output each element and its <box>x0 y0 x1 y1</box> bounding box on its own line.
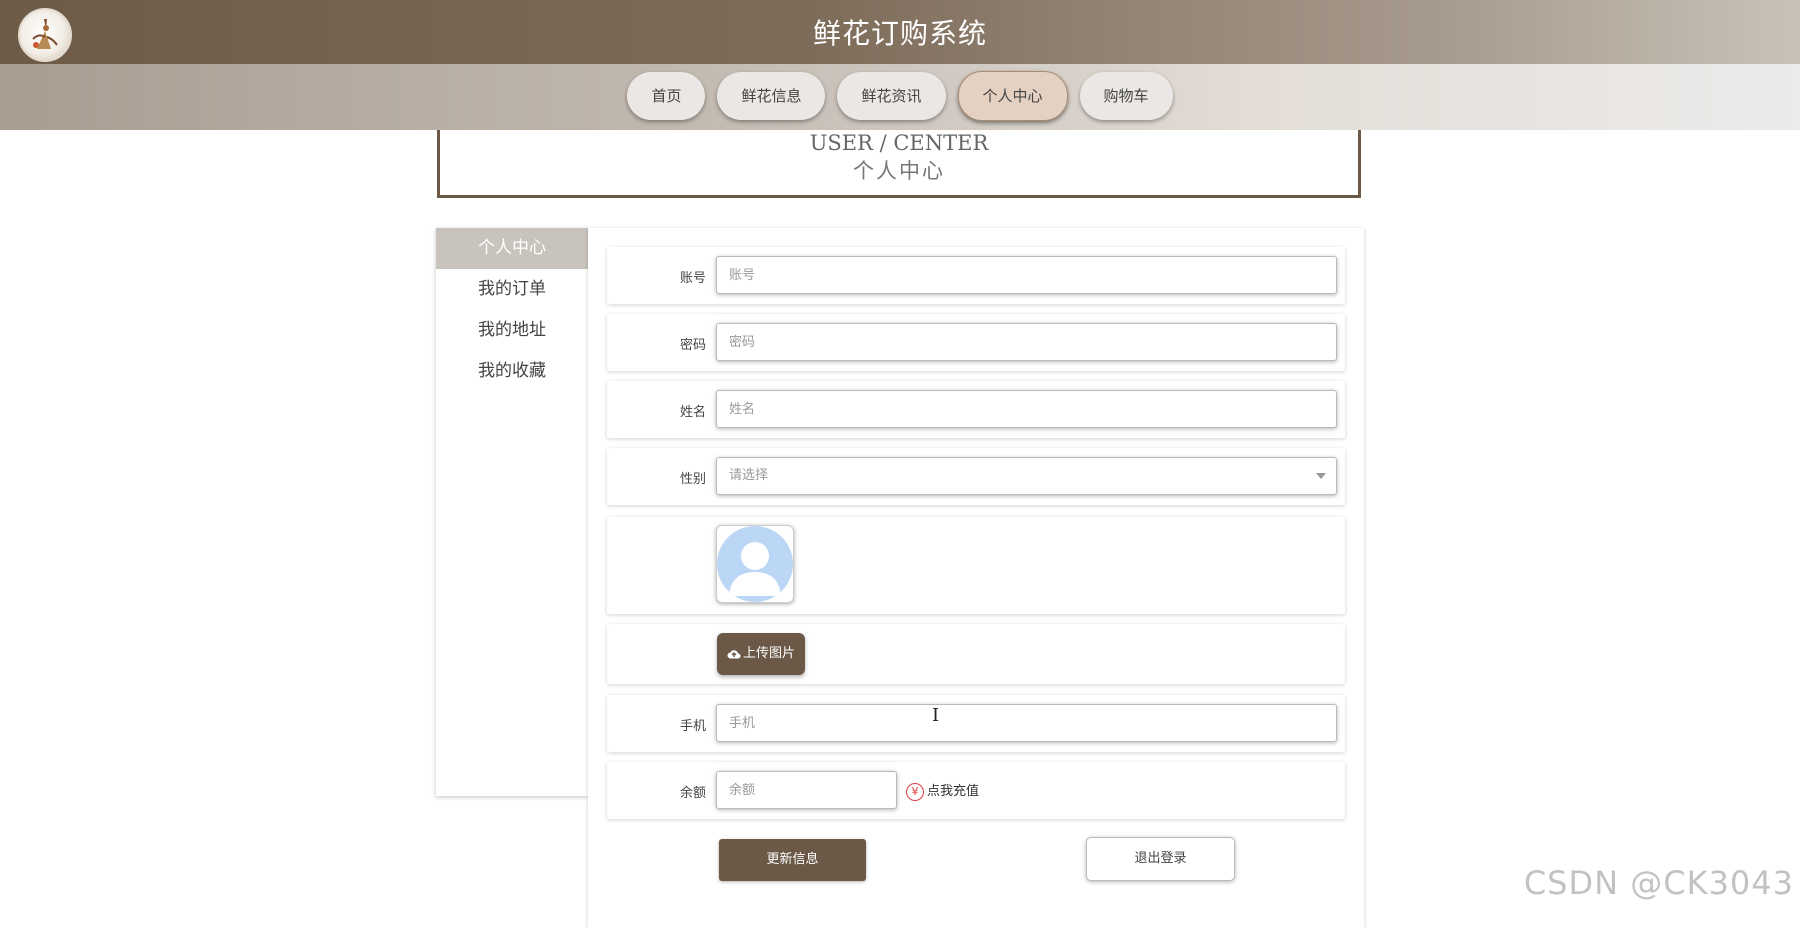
chevron-down-icon <box>1316 473 1326 479</box>
avatar-row <box>607 517 1345 614</box>
nav-cart[interactable]: 购物车 <box>1079 72 1173 120</box>
gender-label: 性别 <box>679 472 706 487</box>
sidebar-item-my-orders[interactable]: 我的订单 <box>436 269 588 310</box>
name-label: 姓名 <box>679 405 706 420</box>
nav-flower-info[interactable]: 鲜花信息 <box>717 72 826 120</box>
password-label: 密码 <box>679 338 706 353</box>
balance-label: 余额 <box>679 786 706 801</box>
password-input[interactable] <box>716 323 1337 361</box>
nav-flower-news[interactable]: 鲜花资讯 <box>837 72 946 120</box>
upload-row: 上传图片 <box>607 624 1345 684</box>
gender-row: 性别 请选择 <box>607 448 1345 505</box>
name-input[interactable] <box>716 390 1337 428</box>
account-input[interactable] <box>716 256 1337 294</box>
site-title: 鲜花订购系统 <box>812 17 987 50</box>
top-header: 鲜花订购系统 <box>0 0 1800 64</box>
account-label: 账号 <box>679 271 706 286</box>
logout-button[interactable]: 退出登录 <box>1086 837 1235 881</box>
upload-image-button[interactable]: 上传图片 <box>717 633 805 675</box>
watermark: CSDN @CK3043 <box>1523 864 1794 902</box>
section-title-box: USER / CENTER 个人中心 <box>437 130 1361 198</box>
password-row: 密码 <box>607 314 1345 371</box>
cloud-upload-icon <box>727 649 741 658</box>
avatar <box>716 525 794 603</box>
section-title-en: USER / CENTER <box>809 131 989 155</box>
sidebar-item-my-favorites[interactable]: 我的收藏 <box>436 351 588 392</box>
sidebar-item-my-address[interactable]: 我的地址 <box>436 310 588 351</box>
account-row: 账号 <box>607 247 1345 304</box>
phone-row: 手机 <box>607 695 1345 752</box>
update-info-button[interactable]: 更新信息 <box>719 839 866 881</box>
balance-input[interactable] <box>716 771 897 809</box>
gender-select-value: 请选择 <box>729 468 769 483</box>
phone-label: 手机 <box>679 719 706 734</box>
section-title-cn: 个人中心 <box>853 159 945 183</box>
recharge-label: 点我充值 <box>927 784 980 799</box>
sidebar-item-user-center[interactable]: 个人中心 <box>436 228 588 269</box>
default-avatar-icon <box>717 526 793 602</box>
recharge-link[interactable]: ¥ 点我充值 <box>906 780 979 801</box>
name-row: 姓名 <box>607 381 1345 438</box>
gender-select[interactable]: 请选择 <box>716 457 1337 495</box>
nav-user-center[interactable]: 个人中心 <box>957 71 1068 121</box>
balance-row: 余额 ¥点我充值 <box>607 762 1345 819</box>
phone-input[interactable] <box>716 704 1337 742</box>
yen-icon: ¥ <box>906 782 924 801</box>
upload-image-label: 上传图片 <box>742 646 795 661</box>
user-sidebar: 个人中心 我的订单 我的地址 我的收藏 <box>436 228 588 796</box>
profile-form-panel: 账号 密码 姓名 性别 请选择 上传图片 <box>588 228 1364 928</box>
nav-home[interactable]: 首页 <box>627 72 706 120</box>
main-nav: 首页 鲜花信息 鲜花资讯 个人中心 购物车 <box>0 64 1800 130</box>
text-cursor-icon: I <box>932 705 940 726</box>
